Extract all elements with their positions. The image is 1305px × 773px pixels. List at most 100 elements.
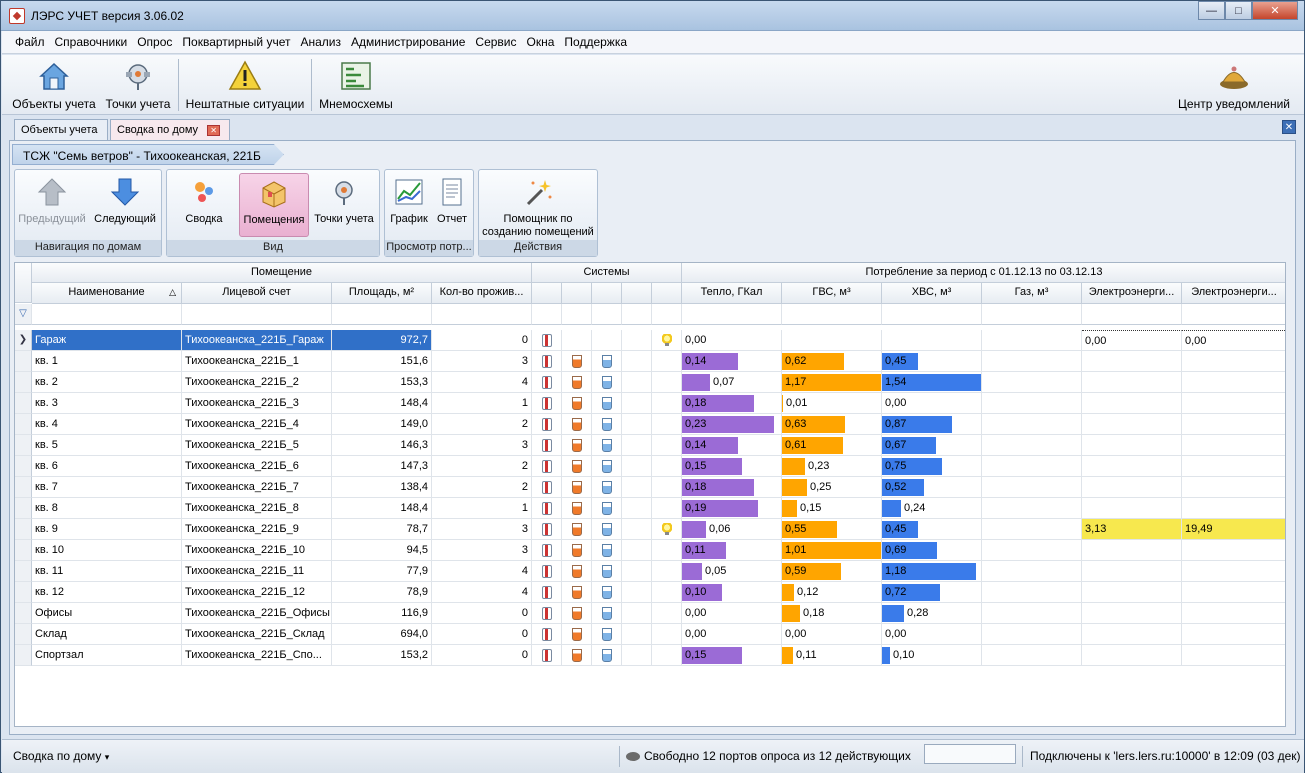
- close-button[interactable]: ✕: [1252, 1, 1298, 20]
- cell-system[interactable]: [652, 414, 682, 435]
- cell-residents[interactable]: 4: [432, 561, 532, 582]
- cell-residents[interactable]: 3: [432, 351, 532, 372]
- table-row[interactable]: кв. 4 Тихоокеанска_221Б_4 149,0 2 0,23 0,63 0,…: [15, 414, 1285, 435]
- cell-account[interactable]: Тихоокеанска_221Б_11: [182, 561, 332, 582]
- cell-system[interactable]: [622, 435, 652, 456]
- cell-system[interactable]: [532, 582, 562, 603]
- cell-heat[interactable]: 0,15: [682, 645, 782, 666]
- cell-residents[interactable]: 0: [432, 603, 532, 624]
- cell-electricity-2[interactable]: [1182, 645, 1285, 666]
- cell-system[interactable]: [622, 540, 652, 561]
- row-header[interactable]: [15, 603, 32, 624]
- summary-view-button[interactable]: Сводка: [171, 173, 237, 237]
- cell-account[interactable]: Тихоокеанска_221Б_Спо...: [182, 645, 332, 666]
- row-header[interactable]: [15, 624, 32, 645]
- cell-account[interactable]: Тихоокеанска_221Б_7: [182, 477, 332, 498]
- column-header-system-5[interactable]: [652, 283, 682, 304]
- cell-cws[interactable]: 0,67: [882, 435, 982, 456]
- cell-system[interactable]: [532, 519, 562, 540]
- breadcrumb[interactable]: ТСЖ "Семь ветров" - Тихоокеанская, 221Б: [12, 144, 284, 165]
- cell-heat[interactable]: 0,07: [682, 372, 782, 393]
- cell-electricity-2[interactable]: [1182, 603, 1285, 624]
- cell-residents[interactable]: 2: [432, 414, 532, 435]
- cell-hws[interactable]: 0,62: [782, 351, 882, 372]
- cell-system[interactable]: [562, 477, 592, 498]
- cell-system[interactable]: [652, 456, 682, 477]
- cell-residents[interactable]: 3: [432, 540, 532, 561]
- cell-system[interactable]: [652, 351, 682, 372]
- table-row[interactable]: кв. 11 Тихоокеанска_221Б_11 77,9 4 0,05 0,59 1…: [15, 561, 1285, 582]
- cell-system[interactable]: [652, 561, 682, 582]
- row-header[interactable]: [15, 561, 32, 582]
- cell-account[interactable]: Тихоокеанска_221Б_Склад: [182, 624, 332, 645]
- table-row[interactable]: кв. 10 Тихоокеанска_221Б_10 94,5 3 0,11 1,01 0…: [15, 540, 1285, 561]
- tab-house-summary[interactable]: Сводка по дому ✕: [110, 119, 230, 140]
- menu-windows[interactable]: Окна: [522, 35, 560, 49]
- cell-heat[interactable]: 0,15: [682, 456, 782, 477]
- cell-system[interactable]: [562, 351, 592, 372]
- cell-electricity-2[interactable]: [1182, 372, 1285, 393]
- cell-residents[interactable]: 4: [432, 582, 532, 603]
- cell-system[interactable]: [562, 435, 592, 456]
- cell-electricity-1[interactable]: [1082, 477, 1182, 498]
- cell-system[interactable]: [652, 624, 682, 645]
- row-header[interactable]: [15, 645, 32, 666]
- cell-area[interactable]: 116,9: [332, 603, 432, 624]
- cell-system[interactable]: [532, 351, 562, 372]
- cell-hws[interactable]: 0,01: [782, 393, 882, 414]
- filter-cell-elec2[interactable]: [1182, 304, 1285, 325]
- cell-system[interactable]: [622, 351, 652, 372]
- cell-heat[interactable]: 0,06: [682, 519, 782, 540]
- table-row[interactable]: кв. 9 Тихоокеанска_221Б_9 78,7 3 0,06 0,55 0,4…: [15, 519, 1285, 540]
- filter-cell-account[interactable]: [182, 304, 332, 325]
- cell-hws[interactable]: 0,63: [782, 414, 882, 435]
- mnemo-button[interactable]: Мнемосхемы: [316, 57, 396, 113]
- column-header-residents[interactable]: Кол-во прожив...: [432, 283, 532, 304]
- table-row[interactable]: Склад Тихоокеанска_221Б_Склад 694,0 0 0,00 0,…: [15, 624, 1285, 645]
- cell-system[interactable]: [532, 330, 562, 351]
- cell-system[interactable]: [622, 393, 652, 414]
- cell-account[interactable]: Тихоокеанска_221Б_10: [182, 540, 332, 561]
- cell-heat[interactable]: 0,23: [682, 414, 782, 435]
- cell-system[interactable]: [652, 498, 682, 519]
- cell-system[interactable]: [532, 372, 562, 393]
- cell-area[interactable]: 149,0: [332, 414, 432, 435]
- cell-residents[interactable]: 0: [432, 645, 532, 666]
- row-header[interactable]: [15, 498, 32, 519]
- cell-system[interactable]: [622, 645, 652, 666]
- cell-electricity-1[interactable]: [1082, 456, 1182, 477]
- cell-system[interactable]: [562, 603, 592, 624]
- cell-system[interactable]: [652, 393, 682, 414]
- cell-electricity-1[interactable]: [1082, 435, 1182, 456]
- status-view-selector[interactable]: Сводка по дому ▾: [13, 745, 109, 768]
- table-row[interactable]: ❯ Гараж Тихоокеанска_221Б_Гараж 972,7 0 0,00 0…: [15, 330, 1285, 351]
- cell-area[interactable]: 153,2: [332, 645, 432, 666]
- cell-system[interactable]: [562, 540, 592, 561]
- row-header[interactable]: [15, 393, 32, 414]
- close-tab-icon[interactable]: ✕: [207, 124, 221, 136]
- cell-system[interactable]: [532, 435, 562, 456]
- cell-system[interactable]: [532, 645, 562, 666]
- cell-heat[interactable]: 0,14: [682, 351, 782, 372]
- rooms-wizard-button[interactable]: Помощник по созданию помещений: [481, 173, 595, 238]
- cell-system[interactable]: [592, 372, 622, 393]
- menu-service[interactable]: Сервис: [470, 35, 521, 49]
- filter-cell-gas[interactable]: [982, 304, 1082, 325]
- cell-electricity-1[interactable]: [1082, 393, 1182, 414]
- cell-name[interactable]: Спортзал: [32, 645, 182, 666]
- cell-system[interactable]: [652, 477, 682, 498]
- incidents-button[interactable]: Нештатные ситуации: [184, 57, 306, 113]
- cell-electricity-1[interactable]: [1082, 351, 1182, 372]
- cell-name[interactable]: кв. 11: [32, 561, 182, 582]
- cell-electricity-2[interactable]: [1182, 456, 1285, 477]
- cell-system[interactable]: [562, 624, 592, 645]
- menu-references[interactable]: Справочники: [50, 35, 133, 49]
- filter-icon[interactable]: ▽: [15, 304, 32, 325]
- table-row[interactable]: кв. 7 Тихоокеанска_221Б_7 138,4 2 0,18 0,25 0,…: [15, 477, 1285, 498]
- cell-system[interactable]: [652, 603, 682, 624]
- cell-heat[interactable]: 0,00: [682, 330, 782, 351]
- cell-gas[interactable]: [982, 330, 1082, 351]
- column-header-hws[interactable]: ГВС, м³: [782, 283, 882, 304]
- cell-hws[interactable]: 0,23: [782, 456, 882, 477]
- cell-gas[interactable]: [982, 498, 1082, 519]
